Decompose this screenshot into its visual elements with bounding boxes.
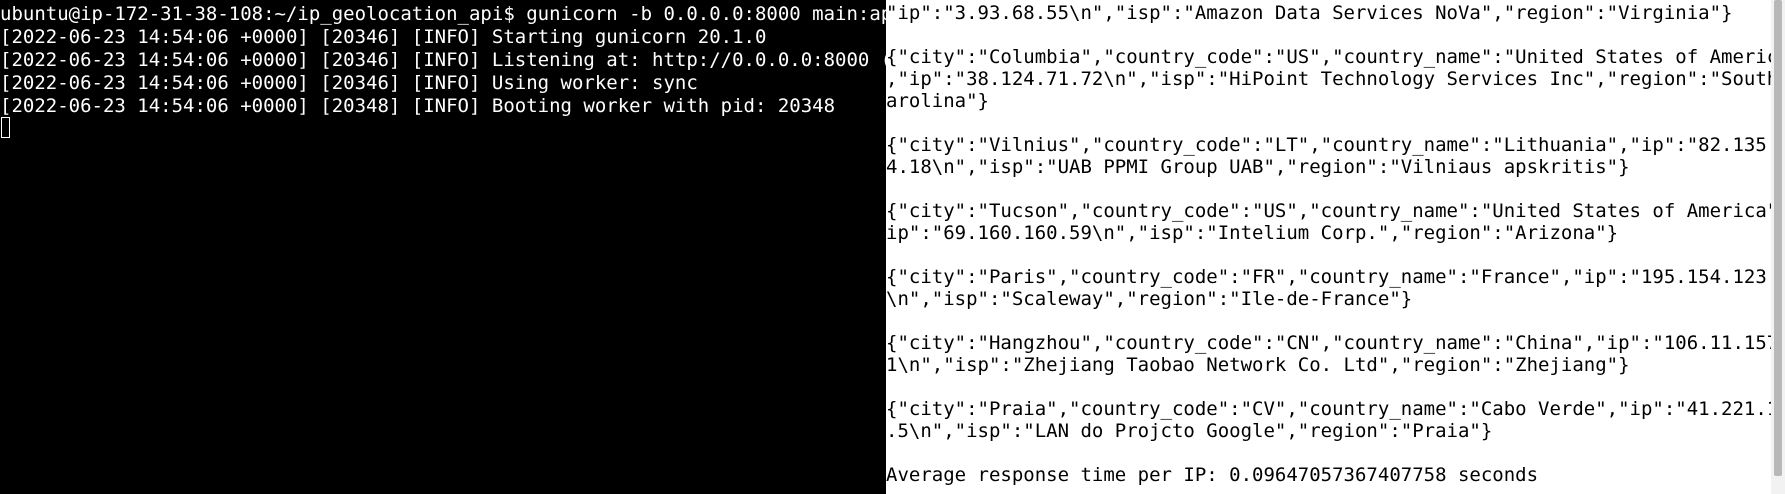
output-line: "ip":"3.93.68.55\n","isp":"Amazon Data S… [886, 2, 1733, 24]
output-line: {"city":"Paris","country_code":"FR","cou… [886, 266, 1771, 288]
output-line: {"city":"Praia","country_code":"CV","cou… [886, 398, 1771, 420]
output-line: {"city":"Vilnius","country_code":"LT","c… [886, 134, 1771, 156]
scrollbar-thumb[interactable] [1774, 0, 1782, 476]
output-line: 4.18\n","isp":"UAB PPMI Group UAB","regi… [886, 156, 1630, 178]
client-output-pane[interactable]: "ip":"3.93.68.55\n","isp":"Amazon Data S… [886, 0, 1771, 494]
terminal-line: [2022-06-23 14:54:06 +0000] [20346] [INF… [0, 26, 767, 48]
terminal-line: ubuntu@ip-172-31-38-108:~/ip_geolocation… [0, 3, 886, 25]
average-response-time: Average response time per IP: 0.09647057… [886, 464, 1539, 486]
terminal-line: [2022-06-23 14:54:06 +0000] [20346] [INF… [0, 72, 698, 94]
output-line: arolina"} [886, 90, 989, 112]
output-line: {"city":"Hangzhou","country_code":"CN","… [886, 332, 1771, 354]
terminal-line: [2022-06-23 14:54:06 +0000] [20346] [INF… [0, 49, 886, 71]
output-line: {"city":"Columbia","country_code":"US","… [886, 46, 1771, 68]
terminal-cursor [1, 117, 10, 138]
server-terminal-pane[interactable]: ubuntu@ip-172-31-38-108:~/ip_geolocation… [0, 0, 886, 494]
terminal-line: [2022-06-23 14:54:06 +0000] [20348] [INF… [0, 95, 836, 117]
output-line: ,"ip":"38.124.71.72\n","isp":"HiPoint Te… [886, 68, 1771, 90]
output-line: 1\n","isp":"Zhejiang Taobao Network Co. … [886, 354, 1630, 376]
output-line: .5\n","isp":"LAN do Projcto Google","reg… [886, 420, 1493, 442]
output-line: ip":"69.160.160.59\n","isp":"Intelium Co… [886, 222, 1619, 244]
output-line: \n","isp":"Scaleway","region":"Ile-de-Fr… [886, 288, 1413, 310]
scrollbar[interactable] [1771, 0, 1785, 494]
output-line: {"city":"Tucson","country_code":"US","co… [886, 200, 1771, 222]
